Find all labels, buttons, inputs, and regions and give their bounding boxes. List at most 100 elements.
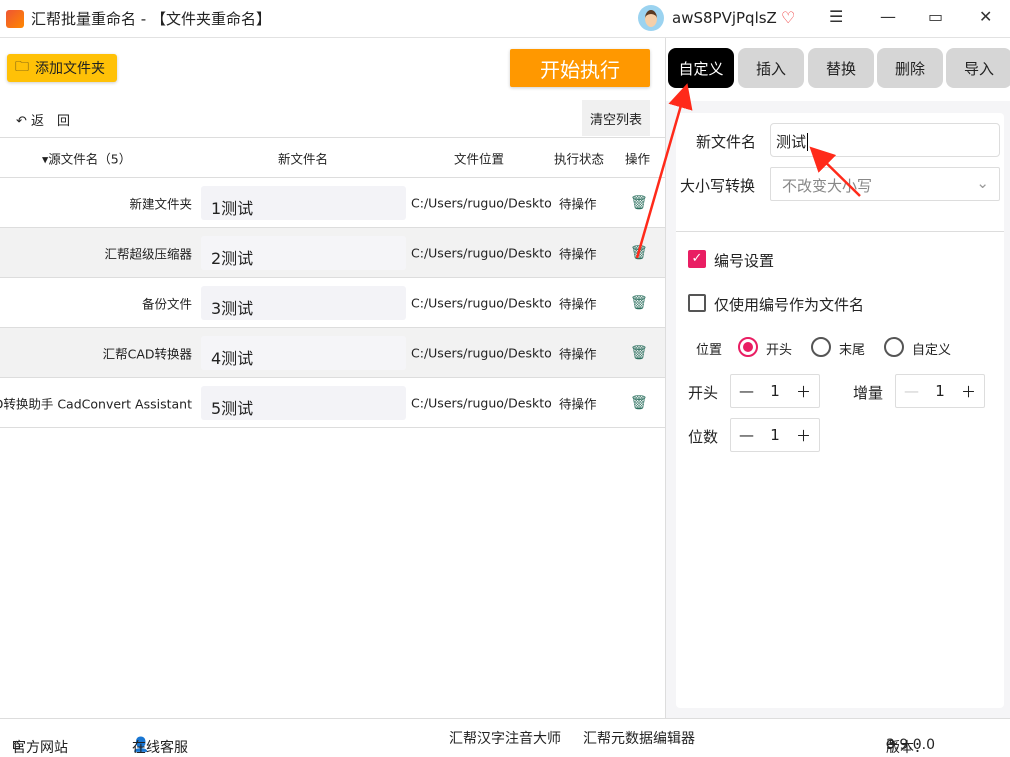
minimize-button[interactable]: — [880,7,896,26]
new-name-cell[interactable]: 3测试 [201,286,406,320]
source-name: 汇帮CAD转换器 [102,346,192,361]
numbering-checkbox[interactable]: ✓ [688,250,706,268]
start-stepper[interactable]: — 1 ＋ [730,374,820,408]
start-label: 开头 [688,384,719,402]
avatar[interactable] [638,5,664,31]
clear-list-button[interactable]: 清空列表 [582,100,650,136]
back-label: 返 回 [31,114,71,129]
trash-icon[interactable]: 🗑 [630,295,648,311]
new-name-value: 测试 [776,133,807,151]
settings-panel [676,113,1004,708]
only-number-label: 仅使用编号作为文件名 [714,296,865,314]
close-button[interactable]: ✕ [979,7,992,26]
new-name-label: 新文件名 [696,133,757,151]
minus-icon[interactable]: — [739,382,754,400]
new-name-cell[interactable]: 5测试 [201,386,406,420]
status: 待操作 [559,346,597,361]
source-name: 汇帮超级压缩器 [104,246,192,261]
divider [676,231,1004,232]
start-value[interactable]: 1 [770,382,780,400]
trash-icon[interactable]: 🗑 [630,245,648,261]
status: 待操作 [559,296,597,311]
case-value: 不改变大小写 [782,177,873,195]
new-name-cell[interactable]: 4测试 [201,336,406,370]
tab-insert[interactable]: 插入 [738,48,804,88]
file-location: C:/Users/ruguo/Deskto [411,245,552,260]
folder-plus-icon: 🗀 [15,59,29,75]
minus-icon[interactable]: — [739,426,754,444]
position-start-label: 开头 [766,343,793,358]
position-radio-start[interactable] [738,337,758,357]
add-folder-button[interactable]: 🗀 添加文件夹 [7,54,117,82]
plus-icon[interactable]: ＋ [796,425,811,446]
header-action: 操作 [625,151,651,166]
back-button[interactable]: ↶ 返 回 [16,110,70,129]
table-row[interactable]: 备份文件 3测试 C:/Users/ruguo/Deskto 待操作 🗑 [0,278,665,328]
header-source[interactable]: ▾源文件名（5） [42,148,131,167]
digits-stepper[interactable]: — 1 ＋ [730,418,820,452]
source-name: CAD转换助手 CadConvert Assistant [0,396,192,411]
status: 待操作 [559,396,597,411]
username[interactable]: awS8PVjPqlsZ [672,9,777,27]
position-radio-custom[interactable] [884,337,904,357]
plus-icon[interactable]: ＋ [961,381,976,402]
file-location: C:/Users/ruguo/Deskto [411,345,552,360]
file-location: C:/Users/ruguo/Deskto [411,295,552,310]
trash-icon[interactable]: 🗑 [630,395,648,411]
website-label: 官方网站 [12,740,68,756]
title-bar: 汇帮批量重命名 - 【文件夹重命名】 [0,0,1010,38]
increment-value[interactable]: 1 [935,382,945,400]
source-name: 备份文件 [141,296,192,311]
add-folder-label: 添加文件夹 [35,61,105,77]
start-button[interactable]: 开始执行 [510,49,650,87]
table-row[interactable]: 新建文件夹 1测试 C:/Users/ruguo/Deskto 待操作 🗑 [0,178,665,228]
file-location: C:/Users/ruguo/Deskto [411,395,552,410]
header-source-label: 源文件名（5） [48,151,132,166]
only-number-checkbox[interactable] [688,294,706,312]
position-custom-label: 自定义 [912,343,952,358]
position-radio-end[interactable] [811,337,831,357]
tab-replace[interactable]: 替换 [808,48,874,88]
plus-icon[interactable]: ＋ [796,381,811,402]
source-name: 新建文件夹 [129,196,192,211]
increment-stepper[interactable]: — 1 ＋ [895,374,985,408]
header-location: 文件位置 [454,151,505,166]
version-value: 3.9.0.0 [886,737,935,753]
new-name-cell[interactable]: 1测试 [201,186,406,220]
maximize-button[interactable]: ▭ [928,7,943,26]
file-location: C:/Users/ruguo/Deskto [411,195,552,210]
window-title: 汇帮批量重命名 - 【文件夹重命名】 [31,10,271,28]
increment-label: 增量 [853,384,884,402]
table-row[interactable]: 汇帮超级压缩器 2测试 C:/Users/ruguo/Deskto 待操作 🗑 [0,228,665,278]
minus-icon[interactable]: — [904,382,919,400]
menu-icon[interactable]: ☰ [829,7,843,26]
new-name-input[interactable]: 测试 [770,123,1000,157]
tab-custom[interactable]: 自定义 [668,48,734,88]
numbering-label: 编号设置 [714,252,775,270]
app-logo-icon [6,9,24,28]
digits-label: 位数 [688,428,719,446]
table-row[interactable]: CAD转换助手 CadConvert Assistant 5测试 C:/User… [0,378,665,428]
trash-icon[interactable]: 🗑 [630,345,648,361]
status: 待操作 [559,246,597,261]
position-end-label: 末尾 [839,343,866,358]
app-link-metadata[interactable]: 汇帮元数据编辑器 [583,728,695,748]
digits-value[interactable]: 1 [770,426,780,444]
app-link-pinyin[interactable]: 汇帮汉字注音大师 [449,728,561,748]
undo-icon: ↶ [16,114,32,129]
trash-icon[interactable]: 🗑 [630,195,648,211]
new-name-cell[interactable]: 2测试 [201,236,406,270]
tab-delete[interactable]: 删除 [877,48,943,88]
case-label: 大小写转换 [680,177,756,195]
header-status: 执行状态 [554,151,605,166]
header-new-name: 新文件名 [278,151,329,166]
case-select[interactable]: 不改变大小写 ⌄ [770,167,1000,201]
position-label: 位置 [696,343,723,358]
tab-import[interactable]: 导入 [946,48,1010,88]
support-label: 在线客服 [132,740,188,756]
footer: ⌂ 官方网站 👤 在线客服 汇帮汉字注音大师 汇帮元数据编辑器 ⟳ 版本： 3.9… [0,718,1010,756]
table-row[interactable]: 汇帮CAD转换器 4测试 C:/Users/ruguo/Deskto 待操作 🗑 [0,328,665,378]
vip-diamond-icon[interactable]: ♡ [781,8,795,27]
chevron-down-icon: ⌄ [976,174,989,192]
table-header: ▾源文件名（5） 新文件名 文件位置 执行状态 操作 [0,137,665,178]
